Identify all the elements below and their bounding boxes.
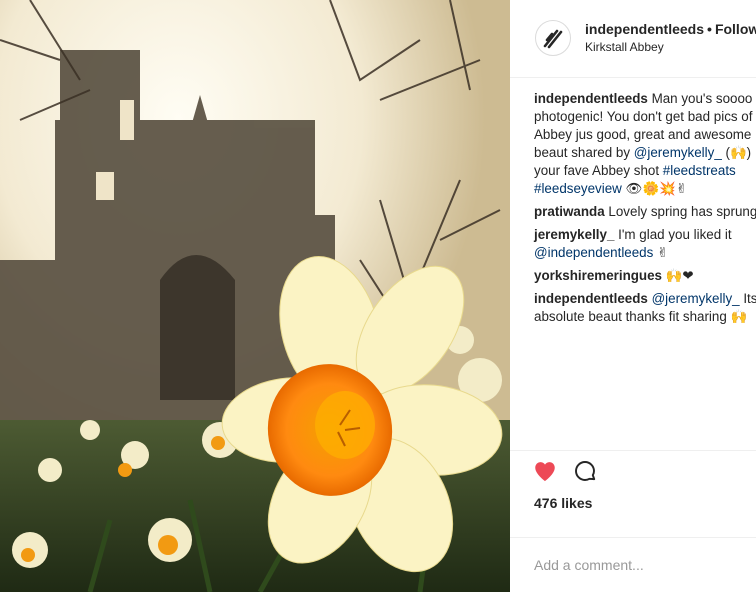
comment-author-link[interactable]: independentleeds <box>534 291 648 306</box>
comment-bubble-icon[interactable] <box>572 458 598 484</box>
comment-text: I'm glad you liked it <box>614 227 732 242</box>
post-author: independentleeds • Follow <box>585 21 756 37</box>
hashtag-link[interactable]: #leedseyeview <box>534 181 622 196</box>
post-header: independentleeds • Follow Kirkstall Abbey <box>510 0 756 78</box>
comment-item: independentleeds Man you's soooo photoge… <box>534 90 756 198</box>
slash-logo-icon <box>537 22 569 54</box>
comment-text: 👁🌼💥✌ <box>621 181 688 196</box>
avatar[interactable] <box>535 20 571 56</box>
comment-item: pratiwanda Lovely spring has sprung <box>534 203 756 221</box>
comment-text: ✌ <box>653 245 669 260</box>
comment-item: yorkshiremeringues 🙌❤ <box>534 267 756 285</box>
comment-author-link[interactable]: jeremykelly_ <box>534 227 614 242</box>
comment-author-link[interactable]: yorkshiremeringues <box>534 268 662 283</box>
comment-text: 🙌❤ <box>662 268 694 283</box>
location-link[interactable]: Kirkstall Abbey <box>585 40 664 54</box>
username-link[interactable]: independentleeds <box>585 21 704 37</box>
separator-dot: • <box>707 21 712 37</box>
mention-link[interactable]: @jeremykelly_ <box>652 291 740 306</box>
post-side-panel: independentleeds • Follow Kirkstall Abbey … <box>510 0 756 592</box>
divider <box>510 537 756 538</box>
comment-text: Lovely spring has sprung <box>604 204 756 219</box>
add-comment-input[interactable] <box>534 557 756 573</box>
comment-author-link[interactable]: independentleeds <box>534 91 648 106</box>
comment-item: independentleeds @jeremykelly_ Its absol… <box>534 290 756 326</box>
photo-illustration <box>0 0 510 592</box>
comments-list: independentleeds Man you's soooo photoge… <box>534 90 756 331</box>
post-photo[interactable] <box>0 0 510 592</box>
divider <box>510 450 756 451</box>
mention-link[interactable]: @independentleeds <box>534 245 653 260</box>
mention-link[interactable]: @jeremykelly_ <box>634 145 722 160</box>
follow-button[interactable]: Follow <box>715 21 756 37</box>
comment-author-link[interactable]: pratiwanda <box>534 204 605 219</box>
hashtag-link[interactable]: #leedstreats <box>663 163 736 178</box>
likes-count[interactable]: 476 likes <box>534 495 592 511</box>
heart-icon[interactable] <box>532 458 558 484</box>
comment-item: jeremykelly_ I'm glad you liked it @inde… <box>534 226 756 262</box>
